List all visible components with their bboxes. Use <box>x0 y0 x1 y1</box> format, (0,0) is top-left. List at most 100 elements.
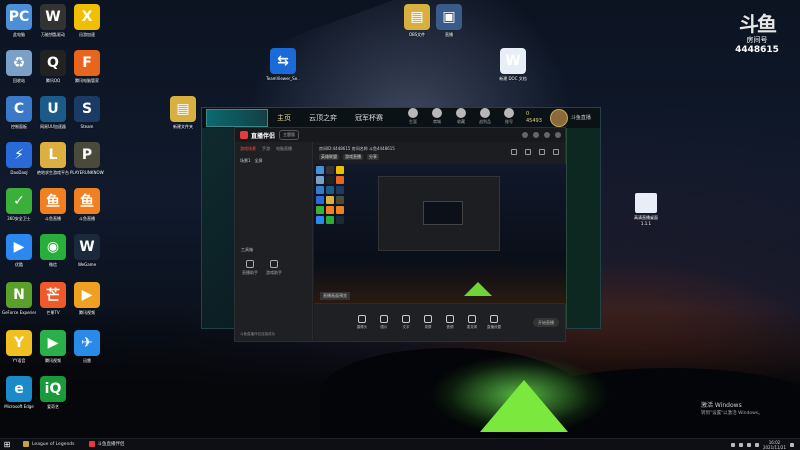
tab-mobile[interactable]: 手游 <box>262 146 270 152</box>
desktop-icon-label: 360安全卫士 <box>7 216 31 221</box>
store-icon <box>432 108 442 118</box>
start-button[interactable]: ⊞ <box>0 439 14 450</box>
toolbar-audio-button[interactable]: 音频 <box>440 315 460 330</box>
desktop-icon-left-17[interactable]: W WeGame <box>70 234 104 267</box>
league-icon-label: 商城 <box>433 119 441 124</box>
toolbar-camera-button[interactable]: 摄像头 <box>352 315 372 330</box>
ime-icon[interactable] <box>754 442 759 447</box>
toolbar-label: 麦克风 <box>466 325 478 329</box>
tab-pc[interactable]: 电脑直播 <box>276 146 292 152</box>
toolbar-mic-button[interactable]: 麦克风 <box>462 315 482 330</box>
record-icon[interactable] <box>525 149 531 155</box>
league-nav-clash[interactable]: 冠军杯赛 <box>355 113 383 123</box>
start-live-button[interactable]: 开始直播 <box>533 318 559 327</box>
toolbar-text-button[interactable]: 文字 <box>396 315 416 330</box>
settings-icon[interactable] <box>539 149 545 155</box>
preview-mini-icon <box>336 206 344 214</box>
desktop-icon-left-12[interactable]: ✓ 360安全卫士 <box>2 188 36 221</box>
scene-item[interactable]: 场景1 <box>240 158 251 164</box>
desktop-icon-left-4[interactable]: Q 腾讯QQ <box>36 50 70 83</box>
league-play-button[interactable] <box>206 109 268 127</box>
share-badge[interactable]: 分享 <box>367 154 379 160</box>
desktop-icon-label: 腾讯QQ <box>45 78 61 83</box>
preview-mini-icon <box>326 196 334 204</box>
desktop-icon-top-3[interactable]: W 新建 DOC 文档 <box>496 48 530 81</box>
app-logo-icon <box>240 131 248 139</box>
close-icon[interactable] <box>555 132 561 138</box>
app-icon: e <box>6 376 32 402</box>
league-icon-profile[interactable]: 生涯 <box>404 108 422 128</box>
desktop-icon-label: DaoDaoJ <box>10 170 28 175</box>
desktop-icon-left-25[interactable]: iQ 爱奇艺 <box>36 376 70 409</box>
tool-game-assistant[interactable]: 游戏助手 <box>263 260 285 276</box>
desktop-icon-label: YY语音 <box>12 358 26 363</box>
app-icon: X <box>74 4 100 30</box>
desktop-icon-left-3[interactable]: ♻ 回收站 <box>2 50 36 83</box>
preview-mini-icon <box>326 166 334 174</box>
desktop-icon-top-4[interactable]: ▤ 新建文件夹 <box>166 96 200 129</box>
notification-icon[interactable] <box>790 442 794 447</box>
toolbar-settings-button[interactable]: 直播设置 <box>484 315 504 330</box>
taskbar-item-label: 斗鱼直播伴侣 <box>97 442 125 447</box>
desktop-icon-left-8[interactable]: S Steam <box>70 96 104 129</box>
category-badge[interactable]: 英雄联盟 <box>319 154 339 160</box>
volume-icon[interactable] <box>746 442 751 447</box>
desktop-icon-label: 芒果TV <box>46 310 60 315</box>
tool-label: 直播助手 <box>242 270 258 275</box>
desktop-icon-left-14[interactable]: 鱼斗鱼直播 <box>70 188 104 221</box>
settings-icon[interactable] <box>522 132 528 138</box>
desktop-icon-left-5[interactable]: F 腾讯电脑管家 <box>70 50 104 83</box>
league-icon-store[interactable]: 商城 <box>428 108 446 128</box>
desktop-icon-left-20[interactable]: ▶ 腾讯视频 <box>70 282 104 315</box>
desktop-icon-left-24[interactable]: e Microsoft Edge <box>2 376 36 409</box>
tool-live-assistant[interactable]: 直播助手 <box>239 260 261 276</box>
tray-icon[interactable] <box>730 442 735 447</box>
desktop-icon-left-23[interactable]: ✈ 迅雷 <box>70 330 104 363</box>
share-icon[interactable] <box>553 149 559 155</box>
taskbar-item-stream-app[interactable]: 斗鱼直播伴侣 <box>83 439 130 450</box>
network-icon[interactable] <box>738 442 743 447</box>
toolbar-label: 音频 <box>446 325 454 329</box>
league-icon-loot[interactable]: 战利品 <box>476 108 494 128</box>
app-icon: ▣ <box>436 4 462 30</box>
tab-game-scene[interactable]: 游戏场景 <box>240 146 256 152</box>
league-nav-home[interactable]: 主页 <box>277 113 291 123</box>
scene-item[interactable]: 全屏 <box>255 158 263 164</box>
stream-app-window[interactable]: 直播伴侣 主题版 游戏场景 手游 电脑直播 场景1 全屏 工具箱 直播助手 游戏… <box>234 127 566 342</box>
desktop-icon-left-9[interactable]: ⚡ DaoDaoJ <box>2 142 36 175</box>
desktop-icon-left-13[interactable]: 鱼斗鱼直播 <box>36 188 70 221</box>
toolbar-screen-button[interactable]: 录屏 <box>418 315 438 330</box>
league-icon-account[interactable]: 账号 <box>500 108 518 128</box>
desktop-icon-top-1[interactable]: ▣ 直播 <box>432 4 466 37</box>
league-icon <box>23 441 29 447</box>
desktop-icon-left-6[interactable]: C 控制面板 <box>2 96 36 129</box>
desktop-icon-left-0[interactable]: PC 此电脑 <box>2 4 36 37</box>
desktop-icon-left-7[interactable]: U 网易UU加速器 <box>36 96 70 129</box>
desktop-icon-top-0[interactable]: ▤ OBS文件 <box>400 4 434 37</box>
desktop-icon-left-16[interactable]: ◉ 微信 <box>36 234 70 267</box>
desktop-icon-hd-live[interactable]: 高清直播桌面1.1.1 <box>633 193 659 226</box>
avatar[interactable] <box>549 109 568 127</box>
desktop-icon-left-22[interactable]: ▶ 腾讯视频 <box>36 330 70 363</box>
screenshot-icon[interactable] <box>511 149 517 155</box>
desktop-icon-left-19[interactable]: 芒芒果TV <box>36 282 70 315</box>
desktop-icon-left-15[interactable]: ▶ 优酷 <box>2 234 36 267</box>
desktop-icon-top-2[interactable]: ⇆ TeamViewer_Se... <box>266 48 300 81</box>
desktop-icon-left-1[interactable]: W 万能钥匙驱动 <box>36 4 70 37</box>
desktop-icon-left-2[interactable]: X 迅游加速 <box>70 4 104 37</box>
taskbar-clock[interactable]: 16:02 2021/11/21 <box>763 440 786 450</box>
type-badge[interactable]: 游戏直播 <box>343 154 363 160</box>
toolbar-image-button[interactable]: 图片 <box>374 315 394 330</box>
taskbar-item-league[interactable]: League of Legends <box>18 439 80 450</box>
desktop-icon-left-18[interactable]: N GeForce Experience <box>2 282 36 315</box>
minimize-icon[interactable] <box>533 132 539 138</box>
league-nav-tft[interactable]: 云顶之弈 <box>309 113 337 123</box>
desktop-icon-left-11[interactable]: P PLAYERUNKNOWN BATTLEGROUN <box>70 142 104 175</box>
league-icon-collection[interactable]: 收藏 <box>452 108 470 128</box>
maximize-icon[interactable] <box>544 132 550 138</box>
desktop-icon-left-21[interactable]: Y YY语音 <box>2 330 36 363</box>
stream-preview[interactable]: 直播画面预览 <box>314 164 566 304</box>
theme-badge[interactable]: 主题版 <box>279 130 300 140</box>
league-icon-label: 生涯 <box>409 119 417 124</box>
desktop-icon-left-10[interactable]: L 绝地求生游戏平台 <box>36 142 70 175</box>
